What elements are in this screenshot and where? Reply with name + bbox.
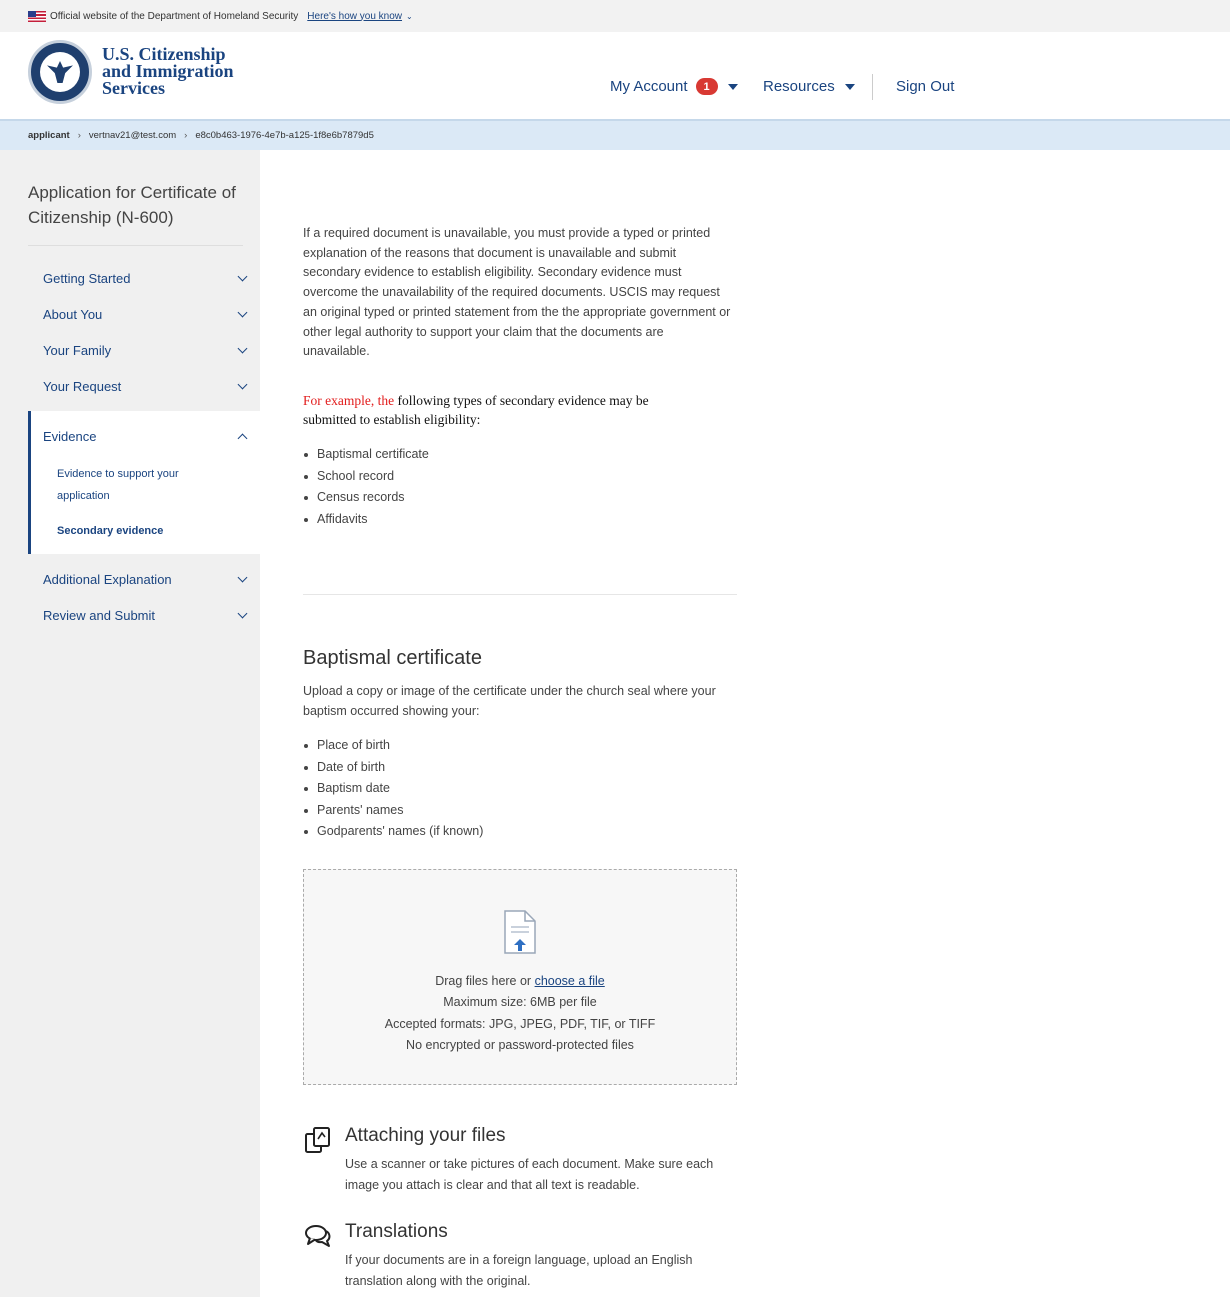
chevron-down-icon <box>237 271 248 282</box>
evidence-types-list: Baptismal certificate School record Cens… <box>303 444 603 530</box>
sidebar-item-getting-started[interactable]: Getting Started <box>43 271 248 286</box>
example-paragraph: For example, the following types of seco… <box>303 391 653 429</box>
chevron-down-icon <box>237 379 248 390</box>
eagle-icon <box>47 61 73 83</box>
translations-title: Translations <box>345 1221 448 1242</box>
file-upload-icon <box>504 910 536 954</box>
sidebar-item-label: About You <box>43 307 103 322</box>
attaching-files-text: Use a scanner or take pictures of each d… <box>345 1157 714 1192</box>
translations-text: If your documents are in a foreign langu… <box>345 1253 693 1288</box>
sidebar-item-evidence[interactable]: Evidence <box>43 429 248 444</box>
sidebar-item-label: Review and Submit <box>43 608 155 623</box>
sidebar-item-label: Your Request <box>43 379 122 394</box>
drag-files-text: Drag files here or <box>435 974 535 988</box>
sidebar-item-your-family[interactable]: Your Family <box>43 343 248 358</box>
breadcrumb-case-id: e8c0b463-1976-4e7b-a125-1f8e6b7879d5 <box>195 130 374 141</box>
gov-banner-text: Official website of the Department of Ho… <box>50 10 299 22</box>
example-highlight: For example, the <box>303 393 395 408</box>
my-account-label: My Account <box>610 78 688 95</box>
agency-name[interactable]: U.S. Citizenship and Immigration Service… <box>102 45 234 98</box>
file-dropzone[interactable]: Drag files here or choose a file Maximum… <box>303 869 737 1085</box>
speech-bubbles-icon <box>305 1225 331 1247</box>
sidebar-item-label: Getting Started <box>43 271 131 286</box>
certificate-fields-list: Place of birth Date of birth Baptism dat… <box>303 735 603 843</box>
nav-divider <box>872 74 873 100</box>
my-account-menu[interactable]: My Account 1 <box>610 78 738 95</box>
list-item: Date of birth <box>303 757 603 779</box>
intro-paragraph: If a required document is unavailable, y… <box>303 226 731 359</box>
caret-down-icon <box>844 83 855 90</box>
max-size-text: Maximum size: 6MB per file <box>443 995 597 1009</box>
sidebar-subitem-evidence-to-support[interactable]: Evidence to support your application <box>57 463 227 507</box>
list-item: Place of birth <box>303 735 603 757</box>
resources-menu[interactable]: Resources <box>763 78 855 95</box>
chevron-down-icon <box>237 307 248 318</box>
resources-label: Resources <box>763 78 835 95</box>
list-item: School record <box>303 466 603 488</box>
breadcrumb-email[interactable]: vertnav21@test.com <box>89 130 176 141</box>
chevron-down-icon[interactable]: ⌄ <box>406 12 413 21</box>
sidebar-item-label: Additional Explanation <box>43 572 172 587</box>
breadcrumb-separator-icon: › <box>77 130 81 141</box>
accepted-formats-text: Accepted formats: JPG, JPEG, PDF, TIF, o… <box>384 1017 656 1031</box>
sidebar-item-about-you[interactable]: About You <box>43 307 248 322</box>
sidebar-item-label: Your Family <box>43 343 112 358</box>
list-item: Affidavits <box>303 509 603 531</box>
sign-out-link[interactable]: Sign Out <box>896 78 954 95</box>
sidebar-item-label: Evidence <box>43 429 97 444</box>
breadcrumb-applicant[interactable]: applicant <box>28 130 70 141</box>
attach-files-icon <box>305 1127 330 1153</box>
dropzone-instruction: Drag files here or choose a file <box>304 971 736 993</box>
attaching-files-title: Attaching your files <box>345 1125 506 1146</box>
seal-inner <box>40 52 80 92</box>
us-flag-icon <box>28 10 46 22</box>
list-item: Baptismal certificate <box>303 444 603 466</box>
list-item: Parents' names <box>303 800 603 822</box>
chevron-down-icon <box>237 608 248 619</box>
sidebar-divider <box>28 245 243 246</box>
sidebar-nav: Application for Certificate of Citizensh… <box>0 150 260 1297</box>
choose-file-link[interactable]: choose a file <box>535 974 605 988</box>
caret-down-icon <box>727 83 738 90</box>
breadcrumb: applicant › vertnav21@test.com › e8c0b46… <box>0 119 1230 150</box>
chevron-up-icon <box>237 433 248 444</box>
sidebar-item-review-and-submit[interactable]: Review and Submit <box>43 608 248 623</box>
sidebar-subitem-secondary-evidence[interactable]: Secondary evidence <box>57 520 227 542</box>
section-description: Upload a copy or image of the certificat… <box>303 684 716 718</box>
chevron-down-icon <box>237 572 248 583</box>
section-divider <box>303 594 737 595</box>
site-header: U.S. Citizenship and Immigration Service… <box>0 32 1230 119</box>
form-title: Application for Certificate of Citizensh… <box>28 183 236 227</box>
list-item: Godparents' names (if known) <box>303 821 603 843</box>
no-encrypted-text: No encrypted or password-protected files <box>406 1038 634 1052</box>
chevron-down-icon <box>237 343 248 354</box>
heres-how-you-know-link[interactable]: Here's how you know <box>307 11 402 22</box>
gov-banner: Official website of the Department of Ho… <box>0 0 1230 32</box>
sidebar-item-additional-explanation[interactable]: Additional Explanation <box>43 572 248 587</box>
sidebar-item-your-request[interactable]: Your Request <box>43 379 248 394</box>
list-item: Census records <box>303 487 603 509</box>
breadcrumb-separator-icon: › <box>184 130 188 141</box>
list-item: Baptism date <box>303 778 603 800</box>
agency-line-3: Services <box>102 78 165 98</box>
dhs-seal-icon[interactable] <box>28 40 92 104</box>
notification-badge: 1 <box>695 78 718 95</box>
section-heading: Baptismal certificate <box>303 647 482 669</box>
